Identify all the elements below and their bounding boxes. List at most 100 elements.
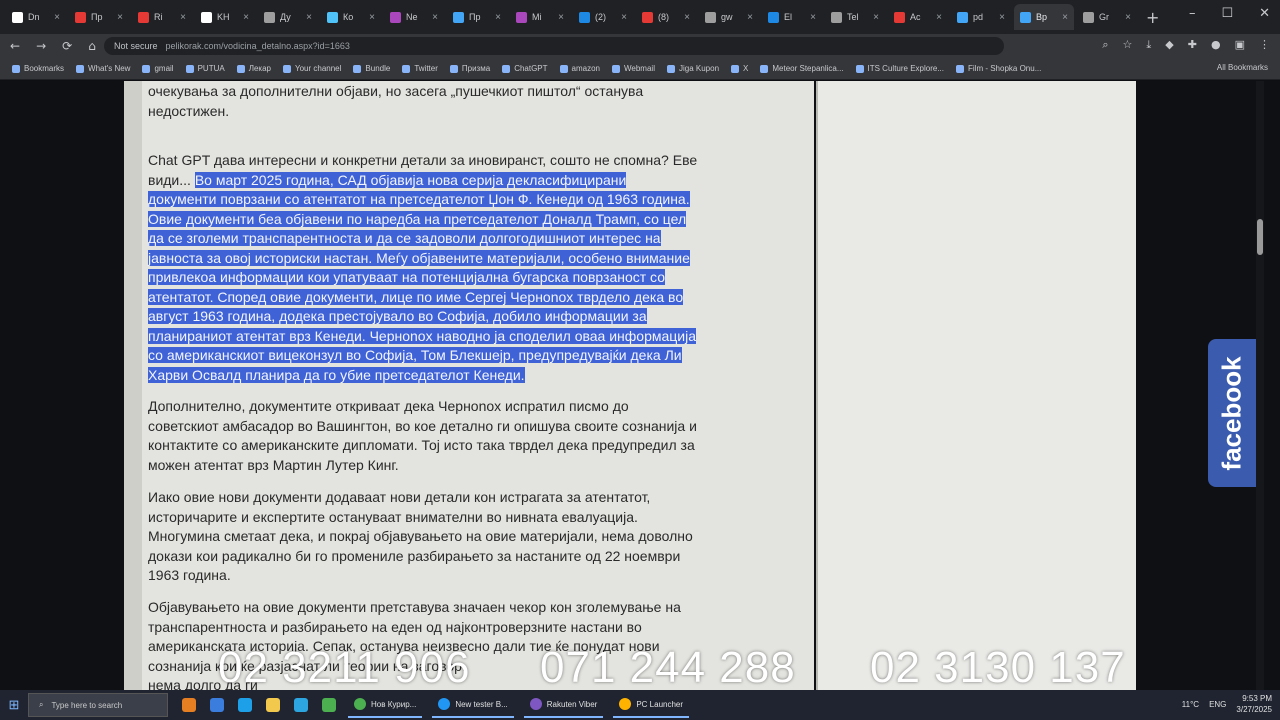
minimize-button[interactable]: –: [1189, 6, 1196, 21]
browser-tab[interactable]: Ne ×: [384, 4, 444, 30]
bookmark-item[interactable]: Лекар: [236, 64, 271, 73]
tab-close-icon[interactable]: ×: [243, 12, 249, 23]
tab-close-icon[interactable]: ×: [1062, 12, 1068, 23]
bookmark-item[interactable]: Your channel: [282, 64, 341, 73]
taskbar-app[interactable]: Rakuten Viber: [523, 692, 604, 718]
bookmark-item[interactable]: ChatGPT: [502, 64, 548, 73]
browser-tab[interactable]: (2) ×: [573, 4, 633, 30]
back-icon[interactable]: ←: [10, 39, 20, 53]
bookmark-item[interactable]: Призма: [449, 64, 490, 73]
address-bar[interactable]: Not secure pelikorak.com/vodicina_detaln…: [104, 37, 1004, 55]
app-icon[interactable]: [322, 698, 336, 712]
browser-tab[interactable]: KH ×: [195, 4, 255, 30]
bookmark-item[interactable]: Meteor Stepanlica...: [760, 64, 844, 73]
bookmark-item[interactable]: ITS Culture Explore...: [855, 64, 944, 73]
facebook-side-tab[interactable]: facebook: [1208, 339, 1256, 487]
selected-text[interactable]: со американскиот вицеконзул во Софија, Т…: [148, 347, 682, 363]
new-tab-button[interactable]: +: [1146, 8, 1159, 27]
bookmark-item[interactable]: gmail: [142, 64, 174, 73]
download-icon[interactable]: ⤓: [1146, 38, 1151, 52]
browser-tab[interactable]: Gr ×: [1077, 4, 1137, 30]
zoom-icon[interactable]: ⌕: [1102, 38, 1108, 52]
taskbar-app[interactable]: PC Launcher: [613, 692, 690, 718]
taskbar-app[interactable]: New tester B...: [432, 692, 514, 718]
windows-start-icon[interactable]: ⊞: [0, 690, 28, 720]
bookmark-item[interactable]: What's New: [76, 64, 130, 73]
extension-icon[interactable]: ✚: [1188, 38, 1197, 52]
bookmark-item[interactable]: amazon: [559, 64, 600, 73]
maximize-button[interactable]: ☐: [1221, 6, 1233, 21]
selected-text[interactable]: планираниот атентат врз Кенеди. Черноnox…: [148, 327, 697, 344]
selected-text[interactable]: Харви Освалд планира да го убие претседа…: [148, 366, 525, 383]
selected-text[interactable]: документи поврзани со атентатот на претс…: [148, 191, 690, 207]
bookmark-item[interactable]: Jiga Kupon: [666, 64, 719, 73]
browser-tab[interactable]: Ко ×: [321, 4, 381, 30]
browser-tab[interactable]: Mi ×: [510, 4, 570, 30]
scrollbar[interactable]: [1256, 81, 1264, 690]
bookmark-item[interactable]: Bundle: [353, 64, 390, 73]
tab-close-icon[interactable]: ×: [747, 12, 753, 23]
close-button[interactable]: ✕: [1259, 6, 1270, 21]
browser-tab[interactable]: Tel ×: [825, 4, 885, 30]
tab-close-icon[interactable]: ×: [936, 12, 942, 23]
bookmark-item[interactable]: X: [731, 64, 748, 73]
forward-icon[interactable]: →: [36, 39, 46, 53]
star-icon[interactable]: ☆: [1123, 38, 1133, 52]
browser-tab[interactable]: El ×: [762, 4, 822, 30]
browser-tab[interactable]: Dn ×: [6, 4, 66, 30]
pinned-app-icon[interactable]: [182, 698, 196, 712]
tab-close-icon[interactable]: ×: [180, 12, 186, 23]
url-text[interactable]: pelikorak.com/vodicina_detalno.aspx?id=1…: [166, 41, 350, 51]
tab-close-icon[interactable]: ×: [495, 12, 501, 23]
selected-text[interactable]: привлекоа информации кои упатуваат на по…: [148, 269, 666, 285]
browser-tab[interactable]: Ri ×: [132, 4, 192, 30]
store-icon[interactable]: [294, 698, 308, 712]
scrollbar-thumb[interactable]: [1257, 219, 1263, 255]
bookmark-item[interactable]: Twitter: [402, 64, 438, 73]
tab-close-icon[interactable]: ×: [117, 12, 123, 23]
browser-tab[interactable]: Вр ×: [1014, 4, 1074, 30]
tab-close-icon[interactable]: ×: [621, 12, 627, 23]
tab-close-icon[interactable]: ×: [810, 12, 816, 23]
shield-icon[interactable]: ◆: [1165, 38, 1173, 52]
selected-text[interactable]: јавноста за овој историски настан. Меѓу …: [148, 249, 690, 266]
tab-close-icon[interactable]: ×: [1125, 12, 1131, 23]
bookmark-item[interactable]: Webmail: [612, 64, 655, 73]
browser-tab[interactable]: Пр ×: [69, 4, 129, 30]
tab-close-icon[interactable]: ×: [369, 12, 375, 23]
selected-text[interactable]: август 1963 година, додека престојувало …: [148, 308, 647, 324]
taskbar-search[interactable]: ⌕ Type here to search: [28, 693, 168, 717]
selected-text[interactable]: Овие документи беа објавени по наредба н…: [148, 210, 687, 227]
taskbar-app[interactable]: Нов Курир...: [348, 692, 423, 718]
tab-close-icon[interactable]: ×: [54, 12, 60, 23]
tab-close-icon[interactable]: ×: [558, 12, 564, 23]
menu-icon[interactable]: ⋮: [1259, 38, 1270, 52]
profile-icon[interactable]: ●: [1211, 38, 1221, 52]
tab-close-icon[interactable]: ×: [306, 12, 312, 23]
sidebar-icon[interactable]: ▣: [1235, 38, 1245, 52]
selected-text[interactable]: атентатот. Според овие документи, лице п…: [148, 288, 684, 305]
task-view-icon[interactable]: [210, 698, 224, 712]
bookmark-item[interactable]: PUTUA: [185, 64, 225, 73]
selected-text[interactable]: да се зголеми транспарентноста и да се з…: [148, 230, 661, 246]
bookmark-item[interactable]: Bookmarks: [12, 64, 64, 73]
browser-tab[interactable]: Ac ×: [888, 4, 948, 30]
language-indicator[interactable]: ENG: [1209, 700, 1226, 709]
tab-close-icon[interactable]: ×: [684, 12, 690, 23]
file-explorer-icon[interactable]: [266, 698, 280, 712]
browser-tab[interactable]: (8) ×: [636, 4, 696, 30]
tab-close-icon[interactable]: ×: [999, 12, 1005, 23]
all-bookmarks[interactable]: All Bookmarks: [1217, 63, 1268, 72]
not-secure-label[interactable]: Not secure: [114, 41, 158, 51]
home-icon[interactable]: ⌂: [88, 39, 96, 53]
browser-tab[interactable]: Пр ×: [447, 4, 507, 30]
clock[interactable]: 9:53 PM 3/27/2025: [1236, 693, 1272, 715]
browser-tab[interactable]: pd ×: [951, 4, 1011, 30]
weather-text[interactable]: 11°C: [1182, 700, 1199, 709]
browser-tab[interactable]: gw ×: [699, 4, 759, 30]
edge-icon[interactable]: [238, 698, 252, 712]
tab-close-icon[interactable]: ×: [432, 12, 438, 23]
selected-text[interactable]: Во март 2025 година, САД објавија нова с…: [194, 171, 627, 188]
browser-tab[interactable]: Ду ×: [258, 4, 318, 30]
tab-close-icon[interactable]: ×: [873, 12, 879, 23]
